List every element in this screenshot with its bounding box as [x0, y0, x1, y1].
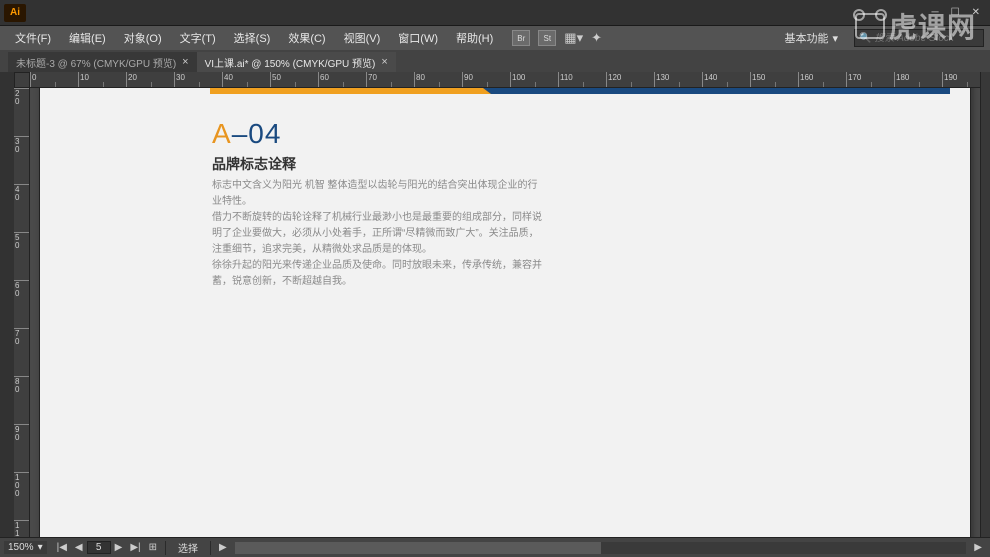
gpu-icon[interactable]: ✦ — [591, 30, 602, 46]
tab-label: VI上课.ai* @ 150% (CMYK/GPU 预览) — [205, 55, 376, 70]
window-controls: ─ ☐ ✕ — [932, 7, 986, 18]
stock-icon[interactable]: St — [538, 30, 556, 46]
menu-object[interactable]: 对象(O) — [115, 27, 171, 49]
horizontal-scrollbar[interactable] — [235, 542, 967, 554]
code-dash: – — [232, 118, 249, 149]
divider-orange — [210, 88, 491, 94]
app-logo: Ai — [4, 4, 26, 22]
menu-type[interactable]: 文字(T) — [171, 27, 225, 49]
chevron-down-icon: ▾ — [832, 32, 838, 45]
artboard-nav-icon[interactable]: ⊞ — [145, 542, 161, 553]
title-bar: Ai ─ ☐ ✕ — [0, 0, 990, 26]
section-body: 标志中文含义为阳光 机智 整体造型以齿轮与阳光的结合突出体现企业的行业特性。借力… — [212, 178, 542, 290]
scroll-right[interactable]: ▶ — [970, 542, 986, 553]
close-button[interactable]: ✕ — [972, 7, 980, 18]
arrange-icon[interactable]: ▦▾ — [564, 30, 583, 46]
code-letter: A — [212, 118, 232, 149]
canvas-area[interactable]: A–04 品牌标志诠释 标志中文含义为阳光 机智 整体造型以齿轮与阳光的结合突出… — [30, 88, 980, 537]
menu-bar: 文件(F) 编辑(E) 对象(O) 文字(T) 选择(S) 效果(C) 视图(V… — [0, 26, 990, 50]
ruler-horizontal[interactable]: 0102030405060708090100110120130140150160… — [30, 72, 980, 88]
maximize-button[interactable]: ☐ — [951, 7, 960, 18]
menu-file[interactable]: 文件(F) — [6, 27, 60, 49]
document-tab-bar: 未标题-3 @ 67% (CMYK/GPU 预览) × VI上课.ai* @ 1… — [0, 50, 990, 72]
nav-first[interactable]: |◀ — [53, 542, 71, 553]
chevron-down-icon: ▾ — [38, 542, 43, 553]
ruler-vertical[interactable]: 2030405060708090100110120130140150 — [14, 88, 30, 537]
menu-view[interactable]: 视图(V) — [335, 27, 390, 49]
nav-last[interactable]: ▶| — [126, 542, 144, 553]
menu-effect[interactable]: 效果(C) — [279, 27, 334, 49]
tool-status: 选择 — [170, 540, 206, 555]
menu-select[interactable]: 选择(S) — [225, 27, 280, 49]
panel-strip[interactable] — [980, 72, 990, 537]
status-bar: 150% ▾ |◀ ◀ ▶ ▶| ⊞ 选择 ▶ ▶ — [0, 537, 990, 557]
workspace-label: 基本功能 — [784, 30, 828, 46]
search-input[interactable] — [874, 33, 979, 44]
nav-prev[interactable]: ◀ — [71, 542, 87, 553]
zoom-selector[interactable]: 150% ▾ — [4, 541, 47, 554]
artboard[interactable]: A–04 品牌标志诠释 标志中文含义为阳光 机智 整体造型以齿轮与阳光的结合突出… — [40, 88, 970, 537]
divider-blue — [491, 88, 950, 94]
zoom-value: 150% — [8, 542, 34, 553]
workspace-selector[interactable]: 基本功能 ▾ — [776, 28, 846, 48]
status-menu[interactable]: ▶ — [215, 542, 231, 553]
bridge-icon[interactable]: Br — [512, 30, 530, 46]
section-title: 品牌标志诠释 — [212, 154, 296, 174]
tab-label: 未标题-3 @ 67% (CMYK/GPU 预览) — [16, 55, 176, 70]
header-divider — [210, 88, 950, 94]
search-icon: 🔍 — [859, 33, 871, 44]
artboard-number-input[interactable] — [87, 541, 111, 554]
minimize-button[interactable]: ─ — [932, 7, 939, 18]
separator — [210, 541, 211, 555]
tab-doc-0[interactable]: 未标题-3 @ 67% (CMYK/GPU 预览) × — [8, 52, 197, 72]
menu-edit[interactable]: 编辑(E) — [60, 27, 115, 49]
tab-close-icon[interactable]: × — [381, 56, 387, 68]
separator — [165, 541, 166, 555]
ruler-corner[interactable] — [14, 72, 30, 88]
tab-doc-1[interactable]: VI上课.ai* @ 150% (CMYK/GPU 预览) × — [197, 52, 396, 72]
scrollbar-thumb[interactable] — [235, 542, 601, 554]
nav-next[interactable]: ▶ — [111, 542, 127, 553]
tab-close-icon[interactable]: × — [182, 56, 188, 68]
menu-window[interactable]: 窗口(W) — [389, 27, 447, 49]
code-number: 04 — [248, 118, 281, 149]
search-box[interactable]: 🔍 — [854, 29, 984, 47]
section-code: A–04 — [212, 118, 281, 150]
menu-help[interactable]: 帮助(H) — [447, 27, 502, 49]
